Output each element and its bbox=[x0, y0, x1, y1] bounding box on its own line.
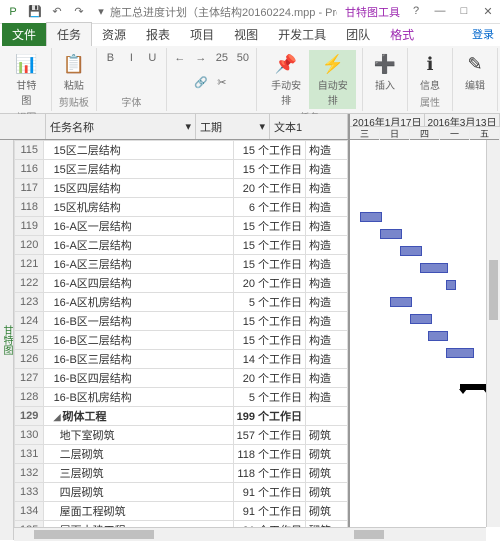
paste-icon: 📋 bbox=[62, 52, 86, 76]
gantt-bar[interactable] bbox=[446, 348, 474, 358]
scroll-thumb-h2[interactable] bbox=[354, 530, 384, 539]
manual-schedule-button[interactable]: 📌 手动安排 bbox=[263, 50, 310, 109]
indent-icon[interactable]: → bbox=[192, 50, 210, 66]
tab-task[interactable]: 任务 bbox=[46, 22, 92, 46]
tab-team[interactable]: 团队 bbox=[336, 23, 380, 46]
gantt-bar[interactable] bbox=[380, 229, 402, 239]
view-label: 甘特图 bbox=[0, 140, 14, 540]
table-row[interactable]: 116 15区三层结构15 个工作日构造 bbox=[15, 160, 348, 179]
redo-icon[interactable]: ↷ bbox=[70, 3, 88, 21]
auto-icon: ⚡ bbox=[321, 52, 345, 76]
table-row[interactable]: 130 地下室砌筑157 个工作日砌筑 bbox=[15, 426, 348, 445]
context-tool-label: 甘特图工具 bbox=[337, 4, 408, 20]
qat-more-icon[interactable]: ▾ bbox=[92, 3, 110, 21]
tab-resource[interactable]: 资源 bbox=[92, 23, 136, 46]
table-row[interactable]: 133 四层砌筑91 个工作日砌筑 bbox=[15, 483, 348, 502]
col-text1[interactable]: 文本1 bbox=[270, 114, 348, 139]
info-icon: ℹ bbox=[418, 52, 442, 76]
login-link[interactable]: 登录 bbox=[472, 26, 494, 42]
gantt-icon: 📊 bbox=[14, 52, 38, 76]
col-taskname[interactable]: 任务名称▾ bbox=[46, 114, 196, 139]
tab-file[interactable]: 文件 bbox=[2, 23, 46, 46]
gantt-chart[interactable] bbox=[350, 140, 500, 540]
task-grid[interactable]: 115 15区二层结构15 个工作日构造116 15区三层结构15 个工作日构造… bbox=[14, 140, 350, 540]
pushpin-icon: 📌 bbox=[274, 52, 298, 76]
insert-button[interactable]: ➕插入 bbox=[369, 50, 401, 94]
close-icon[interactable]: ✕ bbox=[480, 5, 496, 18]
edit-button[interactable]: ✎编辑 bbox=[459, 50, 491, 94]
scrollbar-vertical[interactable] bbox=[486, 140, 500, 527]
col-duration[interactable]: 工期▾ bbox=[196, 114, 270, 139]
save-icon[interactable]: 💾 bbox=[26, 3, 44, 21]
table-row[interactable]: 125 16-B区二层结构15 个工作日构造 bbox=[15, 331, 348, 350]
auto-schedule-button[interactable]: ⚡ 自动安排 bbox=[309, 50, 356, 109]
gantt-bar[interactable] bbox=[420, 263, 448, 273]
table-row[interactable]: 120 16-A区二层结构15 个工作日构造 bbox=[15, 236, 348, 255]
underline-icon[interactable]: U bbox=[143, 50, 161, 66]
table-row[interactable]: 123 16-A区机房结构5 个工作日构造 bbox=[15, 293, 348, 312]
outdent-icon[interactable]: ← bbox=[171, 50, 189, 66]
italic-icon[interactable]: I bbox=[122, 50, 140, 66]
help-icon[interactable]: ? bbox=[408, 5, 424, 18]
table-row[interactable]: 122 16-A区四层结构20 个工作日构造 bbox=[15, 274, 348, 293]
table-row[interactable]: 126 16-B区三层结构14 个工作日构造 bbox=[15, 350, 348, 369]
table-row[interactable]: 132 三层砌筑118 个工作日砌筑 bbox=[15, 464, 348, 483]
gantt-bar[interactable] bbox=[360, 212, 382, 222]
table-row[interactable]: 127 16-B区四层结构20 个工作日构造 bbox=[15, 369, 348, 388]
minimize-icon[interactable]: — bbox=[432, 5, 448, 18]
app-icon: P bbox=[4, 3, 22, 21]
pct25-icon[interactable]: 25 bbox=[213, 50, 231, 66]
gantt-bar[interactable] bbox=[446, 280, 456, 290]
window-title: 施工总进度计划（主体结构20160224.mpp - Proj... bbox=[110, 4, 337, 20]
link-icon[interactable]: 🔗 bbox=[192, 74, 210, 90]
dropdown-icon[interactable]: ▾ bbox=[185, 120, 191, 133]
date-header-2: 2016年3月13日 bbox=[425, 114, 500, 126]
tab-format[interactable]: 格式 bbox=[380, 23, 424, 46]
gantt-bar[interactable] bbox=[400, 246, 422, 256]
scrollbar-horizontal[interactable] bbox=[14, 527, 486, 541]
unlink-icon[interactable]: ✂ bbox=[213, 74, 231, 90]
insert-icon: ➕ bbox=[373, 52, 397, 76]
pct50-icon[interactable]: 50 bbox=[234, 50, 252, 66]
maximize-icon[interactable]: □ bbox=[456, 5, 472, 18]
table-row[interactable]: 131 二层砌筑118 个工作日砌筑 bbox=[15, 445, 348, 464]
tab-view[interactable]: 视图 bbox=[224, 23, 268, 46]
table-row[interactable]: 129 ◢砌体工程199 个工作日 bbox=[15, 407, 348, 426]
gantt-bar[interactable] bbox=[410, 314, 432, 324]
tab-report[interactable]: 报表 bbox=[136, 23, 180, 46]
tab-project[interactable]: 项目 bbox=[180, 23, 224, 46]
col-rownum[interactable] bbox=[0, 114, 46, 139]
gantt-bar[interactable] bbox=[390, 297, 412, 307]
table-row[interactable]: 118 15区机房结构6 个工作日构造 bbox=[15, 198, 348, 217]
table-row[interactable]: 117 15区四层结构20 个工作日构造 bbox=[15, 179, 348, 198]
paste-button[interactable]: 📋 粘贴 bbox=[58, 50, 90, 94]
table-row[interactable]: 134 屋面工程砌筑91 个工作日砌筑 bbox=[15, 502, 348, 521]
gantt-view-button[interactable]: 📊 甘特图 bbox=[8, 50, 45, 109]
bold-icon[interactable]: B bbox=[101, 50, 119, 66]
undo-icon[interactable]: ↶ bbox=[48, 3, 66, 21]
scroll-thumb-v[interactable] bbox=[489, 260, 498, 320]
table-row[interactable]: 128 16-B区机房结构5 个工作日构造 bbox=[15, 388, 348, 407]
info-button[interactable]: ℹ信息 bbox=[414, 50, 446, 94]
edit-icon: ✎ bbox=[463, 52, 487, 76]
table-row[interactable]: 121 16-A区三层结构15 个工作日构造 bbox=[15, 255, 348, 274]
scroll-thumb-h1[interactable] bbox=[34, 530, 154, 539]
date-header-1: 2016年1月17日 bbox=[350, 114, 425, 126]
tab-dev[interactable]: 开发工具 bbox=[268, 23, 336, 46]
gantt-bar[interactable] bbox=[428, 331, 448, 341]
table-row[interactable]: 124 16-B区一层结构15 个工作日构造 bbox=[15, 312, 348, 331]
table-row[interactable]: 115 15区二层结构15 个工作日构造 bbox=[15, 141, 348, 160]
table-row[interactable]: 119 16-A区一层结构15 个工作日构造 bbox=[15, 217, 348, 236]
